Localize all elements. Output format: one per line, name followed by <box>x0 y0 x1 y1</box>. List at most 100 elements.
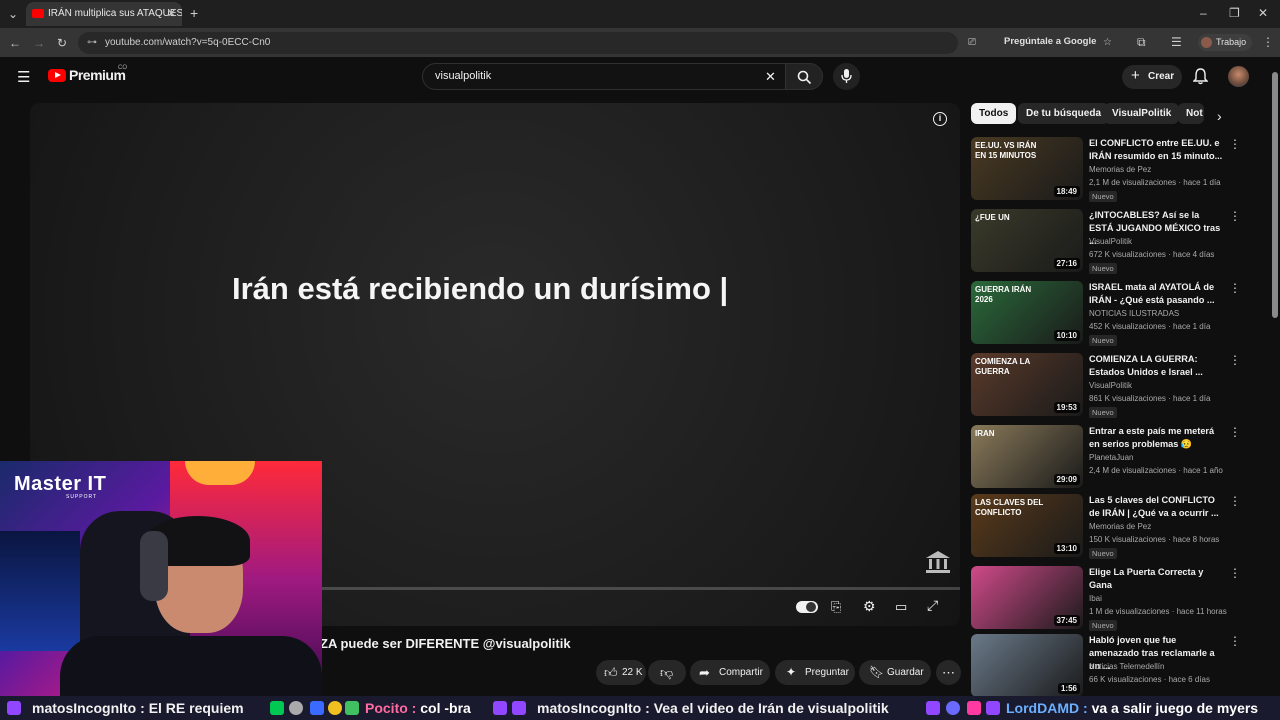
thumbnail-text: LAS CLAVES DEL CONFLICTO <box>975 498 1044 517</box>
recommended-video-title[interactable]: COMIENZA LA GUERRA: Estados Unidos e Isr… <box>1089 353 1225 379</box>
autoplay-toggle[interactable] <box>796 601 818 613</box>
more-options-icon[interactable]: ⋮ <box>1229 566 1241 580</box>
video-duration: 1:56 <box>1057 683 1080 694</box>
chat-message-3: matosIncognIto : Vea el video de Irán de… <box>537 700 889 716</box>
chip-news[interactable]: Not <box>1178 103 1204 124</box>
browser-menu-icon[interactable]: ⋮ <box>1262 35 1274 49</box>
forward-icon[interactable]: → <box>33 36 45 50</box>
close-window-icon[interactable]: ✕ <box>1258 6 1268 20</box>
dislike-button[interactable]: 👎︎ <box>648 660 686 685</box>
maximize-icon[interactable]: ❐ <box>1229 6 1240 20</box>
close-tab-icon[interactable]: ✕ <box>167 2 176 26</box>
tab-list-icon[interactable]: ☰ <box>1171 35 1182 49</box>
like-button[interactable]: 👍︎ 22 K <box>596 660 646 685</box>
recommended-video[interactable]: EE.UU. VS IRÁN EN 15 MINUTOS 18:49 El CONF… <box>971 137 1241 203</box>
site-info-icon[interactable]: ⊶ <box>87 32 97 54</box>
channel-name[interactable]: Noticias Telemedellín <box>1089 662 1164 671</box>
sparkle-icon: ✦ <box>786 665 797 679</box>
new-tab-icon[interactable]: + <box>190 6 198 20</box>
search-input[interactable]: visualpolitik ✕ <box>422 63 785 90</box>
back-icon[interactable]: ← <box>9 36 21 50</box>
chip-from-search[interactable]: De tu búsqueda <box>1018 103 1110 124</box>
info-icon[interactable]: i <box>933 112 947 126</box>
save-button[interactable]: 🔖︎ Guardar <box>859 660 931 685</box>
recommended-video-title[interactable]: Las 5 claves del CONFLICTO de IRÁN | ¿Qu… <box>1089 494 1225 520</box>
emote-icon <box>345 701 359 715</box>
extensions-icon[interactable]: ⧉ <box>1137 35 1146 49</box>
recommended-video[interactable]: COMIENZA LA GUERRA 19:53 COMIENZA LA GUERR… <box>971 353 1241 419</box>
more-options-icon[interactable]: ⋮ <box>1229 281 1241 295</box>
cast-icon[interactable]: ⎚ <box>968 32 976 54</box>
ask-button[interactable]: ✦ Preguntar <box>775 660 855 685</box>
browser-tab[interactable]: IRÁN multiplica sus ATAQUES, ¿ ✕ <box>26 2 182 26</box>
channel-name[interactable]: Memorias de Pez <box>1089 165 1151 174</box>
recommended-video[interactable]: IRAN 29:09 Entrar a este país me meterá en… <box>971 425 1241 491</box>
channel-name[interactable]: Memorias de Pez <box>1089 522 1151 531</box>
minimize-icon[interactable]: – <box>1200 6 1207 20</box>
bookmark-icon: 🔖︎ <box>869 665 885 679</box>
page-scrollbar[interactable] <box>1272 72 1278 318</box>
more-options-icon[interactable]: ⋮ <box>1229 494 1241 508</box>
more-options-icon[interactable]: ⋮ <box>1229 137 1241 151</box>
account-avatar[interactable] <box>1228 66 1249 87</box>
video-thumbnail[interactable]: EE.UU. VS IRÁN EN 15 MINUTOS 18:49 <box>971 137 1083 200</box>
video-stats: 2,1 M de visualizaciones · hace 1 día <box>1089 178 1221 187</box>
share-button[interactable]: ➦ Compartir <box>690 660 770 685</box>
browser-tab-bar: ⌄ IRÁN multiplica sus ATAQUES, ¿ ✕ + – ❐… <box>0 0 1280 28</box>
more-options-icon[interactable]: ⋮ <box>1229 209 1241 223</box>
clear-search-icon[interactable]: ✕ <box>765 64 776 89</box>
hamburger-menu-icon[interactable]: ☰ <box>17 68 30 86</box>
search-icon <box>797 70 812 85</box>
chips-next-chevron-icon[interactable]: › <box>1217 108 1222 124</box>
video-thumbnail[interactable]: GUERRA IRÁN 2026 10:10 <box>971 281 1083 344</box>
voice-search-button[interactable] <box>833 63 860 90</box>
recommended-video-title[interactable]: Entrar a este país me meterá en serios p… <box>1089 425 1225 451</box>
settings-gear-icon[interactable]: ⚙ <box>863 598 876 615</box>
video-thumbnail[interactable]: COMIENZA LA GUERRA 19:53 <box>971 353 1083 416</box>
video-thumbnail[interactable]: IRAN 29:09 <box>971 425 1083 488</box>
microphone-icon <box>841 69 852 83</box>
youtube-logo[interactable]: Premium CO <box>48 65 128 86</box>
channel-name[interactable]: PlanetaJuan <box>1089 453 1133 462</box>
create-button[interactable]: + Crear <box>1122 65 1182 89</box>
subtitles-icon[interactable]: ⎘ <box>831 599 841 615</box>
video-thumbnail[interactable]: ¿FUE UN 27:16 <box>971 209 1083 272</box>
recommended-video[interactable]: 1:56 Habló joven que fue amenazado tras r… <box>971 634 1241 700</box>
chip-visualpolitik[interactable]: VisualPolitik <box>1104 103 1180 124</box>
ask-google-button[interactable]: Pregúntale a Google <box>990 31 1098 53</box>
tab-search-icon[interactable]: ⌄ <box>8 7 18 21</box>
more-options-icon[interactable]: ⋮ <box>1229 634 1241 648</box>
thumbnail-text: COMIENZA LA GUERRA <box>975 357 1030 376</box>
recommended-video[interactable]: 37:45 Elige La Puerta Correcta y Gana Ibai… <box>971 566 1241 632</box>
video-thumbnail[interactable]: 37:45 <box>971 566 1083 629</box>
reload-icon[interactable]: ↻ <box>57 36 67 50</box>
theater-mode-icon[interactable]: ▭ <box>895 599 907 615</box>
notifications-bell-icon[interactable] <box>1193 68 1208 85</box>
new-badge: Nuevo <box>1089 191 1117 202</box>
recommended-video-title[interactable]: El CONFLICTO entre EE.UU. e IRÁN resumid… <box>1089 137 1225 163</box>
emote-icon <box>289 701 303 715</box>
url-field[interactable]: ⊶ youtube.com/watch?v=5q-0ECC-Cn0 ⎚ Preg… <box>78 32 1112 54</box>
chat-ticker: matosIncognIto : El RE requiem Pocito : … <box>0 696 1280 720</box>
more-options-icon[interactable]: ⋮ <box>1229 353 1241 367</box>
chat-user: matosIncognIto <box>537 700 642 716</box>
youtube-favicon-icon <box>32 9 44 18</box>
recommended-video[interactable]: LAS CLAVES DEL CONFLICTO 13:10 Las 5 clave… <box>971 494 1241 560</box>
channel-name[interactable]: VisualPolitik <box>1089 237 1132 246</box>
channel-name[interactable]: NOTICIAS ILUSTRADAS <box>1089 309 1179 318</box>
recommended-video[interactable]: GUERRA IRÁN 2026 10:10 ISRAEL mata al AYAT… <box>971 281 1241 347</box>
channel-name[interactable]: Ibai <box>1089 594 1102 603</box>
recommended-video[interactable]: ¿FUE UN 27:16 ¿INTOCABLES? Así se la ESTÁ … <box>971 209 1241 275</box>
video-thumbnail[interactable]: LAS CLAVES DEL CONFLICTO 13:10 <box>971 494 1083 557</box>
video-thumbnail[interactable]: 1:56 <box>971 634 1083 697</box>
more-actions-button[interactable]: ⋯ <box>936 660 961 685</box>
recommended-video-title[interactable]: Elige La Puerta Correcta y Gana <box>1089 566 1225 592</box>
profile-button[interactable]: Trabajo <box>1198 34 1253 51</box>
bookmark-star-icon[interactable]: ☆ <box>1103 32 1112 54</box>
fullscreen-icon[interactable]: ⤢ <box>927 597 938 614</box>
recommended-video-title[interactable]: ISRAEL mata al AYATOLÁ de IRÁN - ¿Qué es… <box>1089 281 1225 307</box>
chip-all[interactable]: Todos <box>971 103 1017 124</box>
more-options-icon[interactable]: ⋮ <box>1229 425 1241 439</box>
search-button[interactable] <box>785 63 823 90</box>
channel-name[interactable]: VisualPolitik <box>1089 381 1132 390</box>
